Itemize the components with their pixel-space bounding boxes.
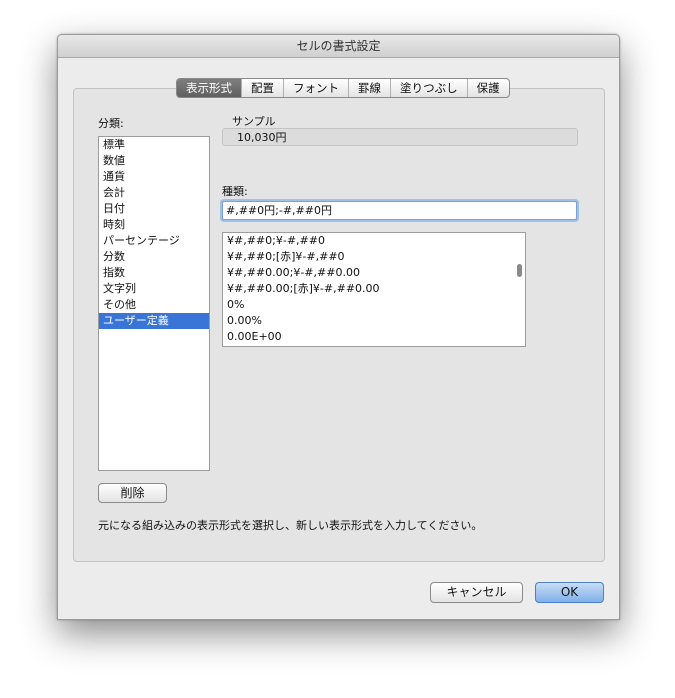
format-item[interactable]: 0%: [223, 297, 525, 313]
tab-protection[interactable]: 保護: [468, 79, 509, 97]
tab-alignment[interactable]: 配置: [242, 79, 284, 97]
category-label: 分類:: [98, 117, 124, 130]
type-label: 種類:: [222, 185, 248, 198]
category-item[interactable]: 通貨: [99, 169, 209, 185]
category-list[interactable]: 標準 数値 通貨 会計 日付 時刻 パーセンテージ 分数 指数 文字列 その他 …: [98, 136, 210, 471]
format-item[interactable]: 0.00%: [223, 313, 525, 329]
category-item[interactable]: 数値: [99, 153, 209, 169]
category-item[interactable]: 分数: [99, 249, 209, 265]
category-item[interactable]: 会計: [99, 185, 209, 201]
scrollbar-thumb[interactable]: [517, 264, 522, 277]
category-item[interactable]: 時刻: [99, 217, 209, 233]
format-list[interactable]: ¥#,##0;¥-#,##0 ¥#,##0;[赤]¥-#,##0 ¥#,##0.…: [222, 232, 526, 347]
tab-font[interactable]: フォント: [284, 79, 349, 97]
category-item[interactable]: 指数: [99, 265, 209, 281]
format-item[interactable]: 0.00E+00: [223, 329, 525, 345]
category-item[interactable]: 日付: [99, 201, 209, 217]
format-item[interactable]: ¥#,##0;¥-#,##0: [223, 233, 525, 249]
cancel-button[interactable]: キャンセル: [430, 582, 523, 603]
ok-button[interactable]: OK: [535, 582, 604, 603]
sample-label: サンプル: [232, 115, 276, 128]
window-title: セルの書式設定: [58, 35, 619, 58]
format-cells-dialog: セルの書式設定 表示形式 配置 フォント 罫線 塗りつぶし 保護 分類: 標準 …: [57, 34, 620, 620]
format-item[interactable]: ¥#,##0.00;[赤]¥-#,##0.00: [223, 281, 525, 297]
sample-value: 10,030円: [222, 128, 578, 146]
category-item[interactable]: 標準: [99, 137, 209, 153]
category-item[interactable]: 文字列: [99, 281, 209, 297]
tab-fill[interactable]: 塗りつぶし: [391, 79, 468, 97]
delete-button[interactable]: 削除: [98, 483, 167, 503]
tab-bar: 表示形式 配置 フォント 罫線 塗りつぶし 保護: [176, 78, 510, 98]
category-item-selected[interactable]: ユーザー定義: [99, 313, 209, 329]
tab-number[interactable]: 表示形式: [177, 79, 242, 97]
category-item[interactable]: パーセンテージ: [99, 233, 209, 249]
format-item[interactable]: ¥#,##0;[赤]¥-#,##0: [223, 249, 525, 265]
category-item[interactable]: その他: [99, 297, 209, 313]
tab-border[interactable]: 罫線: [349, 79, 391, 97]
type-input[interactable]: [222, 201, 577, 220]
hint-text: 元になる組み込みの表示形式を選択し、新しい表示形式を入力してください。: [98, 519, 483, 532]
format-item[interactable]: ¥#,##0.00;¥-#,##0.00: [223, 265, 525, 281]
